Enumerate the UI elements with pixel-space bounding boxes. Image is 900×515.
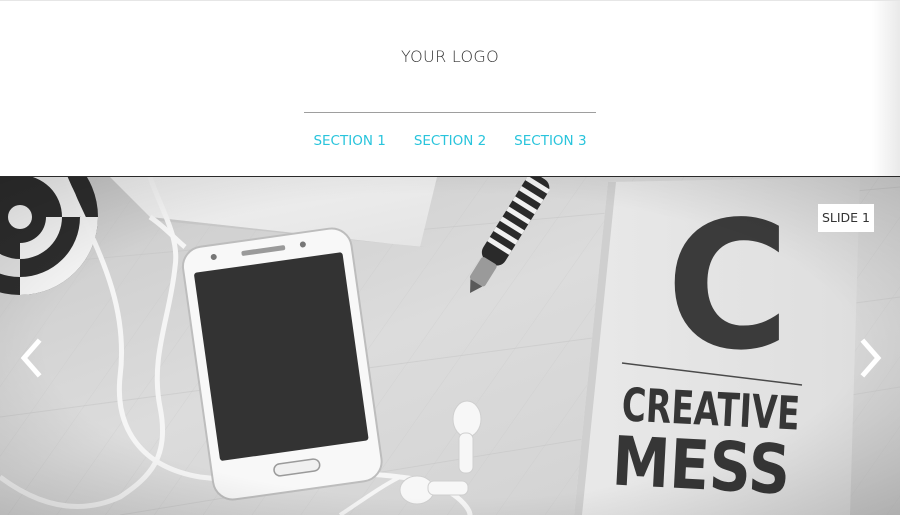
nav-link-section-2[interactable]: SECTION 2 — [414, 133, 486, 149]
page: YOUR LOGO SECTION 1 SECTION 2 SECTION 3 — [0, 0, 900, 515]
next-slide-button[interactable] — [852, 336, 886, 380]
header-edge-shadow — [872, 1, 900, 177]
nav-link-section-3[interactable]: SECTION 3 — [514, 133, 586, 149]
chevron-right-icon — [860, 338, 882, 378]
nav-link-section-1[interactable]: SECTION 1 — [313, 133, 385, 149]
prev-slide-button[interactable] — [16, 336, 50, 380]
site-header: YOUR LOGO SECTION 1 SECTION 2 SECTION 3 — [0, 0, 900, 178]
slide-image: C CREATIVE MESS — [0, 177, 900, 515]
nav-divider — [304, 112, 596, 113]
image-slider: C CREATIVE MESS SLIDE 1 — [0, 177, 900, 515]
chevron-left-icon — [20, 338, 42, 378]
slide-counter-badge: SLIDE 1 — [818, 204, 874, 232]
main-nav: SECTION 1 SECTION 2 SECTION 3 — [0, 133, 900, 149]
site-logo[interactable]: YOUR LOGO — [0, 47, 900, 66]
